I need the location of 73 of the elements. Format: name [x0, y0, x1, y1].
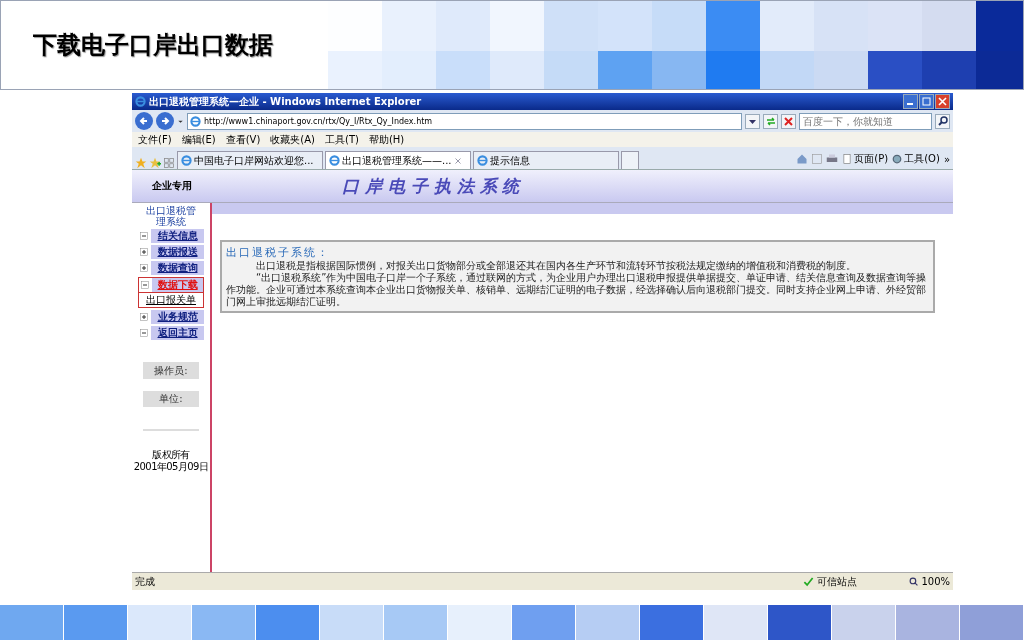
browser-tab[interactable]: 提示信息 [473, 151, 619, 169]
header-label: 企业专用 [151, 179, 193, 193]
menu-item[interactable]: 工具(T) [325, 132, 359, 147]
maximize-button[interactable] [919, 94, 934, 109]
forward-button[interactable] [156, 112, 174, 130]
quick-tabs-icon [163, 157, 175, 169]
toolbar-menu[interactable]: 工具(O) [892, 152, 940, 166]
menu-item[interactable]: 帮助(H) [368, 132, 405, 147]
check-icon [803, 576, 815, 587]
search-button[interactable] [935, 113, 950, 129]
menu-item[interactable]: 编辑(E) [181, 132, 216, 147]
copyright-text: 版权所有 [151, 449, 191, 461]
browser-tab[interactable]: 中国电子口岸网站欢迎您... [177, 151, 323, 169]
feed-icon [812, 154, 823, 164]
page-icon [329, 155, 340, 166]
maximize-icon [922, 97, 931, 106]
back-button[interactable] [135, 112, 153, 130]
close-icon [938, 97, 947, 106]
close-button[interactable] [935, 94, 950, 109]
banner-title: 口 岸 电 子 执 法 系 统 [342, 174, 520, 198]
back-arrow-icon [139, 116, 149, 126]
menu-item[interactable]: 查看(V) [225, 132, 261, 147]
search-icon [937, 116, 948, 126]
refresh-icon [765, 116, 776, 126]
sidebar-link[interactable]: 结关信息 [151, 229, 204, 243]
home-icon [796, 153, 809, 165]
browser-tab[interactable]: 出口退税管理系统——... [325, 151, 471, 169]
collapse-icon[interactable] [140, 232, 148, 240]
status-text: 完成 [135, 574, 156, 589]
menu-item[interactable]: 文件(F) [138, 132, 172, 147]
toolbar-menu[interactable]: 页面(P) [842, 152, 889, 166]
window-title: 出口退税管理系统—企业 - Windows Internet Explorer [149, 94, 423, 109]
sidebar-link[interactable]: 业务规范 [151, 310, 204, 324]
stop-button[interactable] [781, 113, 796, 129]
close-icon [453, 156, 462, 165]
sidebar-link[interactable]: 数据查询 [151, 261, 204, 275]
field-label: 操作员: [154, 364, 188, 378]
field-label: 单位: [159, 392, 183, 406]
ie-logo-icon [135, 96, 146, 107]
new-tab-button[interactable] [621, 151, 639, 169]
stop-icon [784, 116, 793, 126]
address-field[interactable]: http://www1.chinaport.gov.cn/rtx/Qy_I/Rtx_Qy_Index.htm [187, 112, 742, 130]
dropdown-button[interactable] [745, 113, 760, 129]
minimize-button[interactable] [903, 94, 918, 109]
sidebar-link[interactable]: 返回主页 [151, 326, 204, 340]
sidebar-link[interactable]: 数据报送 [151, 245, 204, 259]
printer-icon [826, 153, 839, 165]
collapse-icon[interactable] [140, 329, 148, 337]
expand-icon[interactable] [140, 313, 148, 321]
gear-icon [892, 154, 903, 164]
page-icon [190, 115, 201, 127]
zoom-icon [909, 577, 919, 586]
forward-arrow-icon [160, 116, 170, 126]
page-icon [477, 155, 488, 166]
sidebar-title: 出口退税管理系统 [145, 205, 197, 227]
page-icon [181, 155, 192, 166]
expand-icon[interactable] [140, 248, 148, 256]
paragraph: 出口退税是指根据国际惯例，对报关出口货物部分或全部退还其在国内各生产环节和流转环节按税法规定缴纳的增值税和消费税的制度。 [255, 260, 857, 272]
collapse-icon[interactable] [141, 281, 149, 289]
panel-heading: 出口退税子系统： [226, 245, 331, 260]
overflow-chevron[interactable]: » [943, 153, 950, 165]
copyright-text: 2001年05月09日 [133, 461, 209, 473]
menu-item[interactable]: 收藏夹(A) [270, 132, 315, 147]
page-icon [842, 154, 853, 164]
security-zone: 可信站点 [803, 574, 904, 589]
paragraph: “出口退税系统”作为中国电子口岸一个子系统，通过联网的方式，为企业用户办理出口退税申报提供单据提交、单证申请、结关信息查询及数据查询等操作功能。企业可通过本系统查询本企业出口货物报关单、核销单、远期结汇证明的电子数据，经选择确认后向退税部门提交。同时支持企业网上申请、外经贸部门网上审批远期结汇证明。 [226, 272, 928, 308]
expand-icon[interactable] [140, 264, 148, 272]
sidebar-sublink[interactable]: 出口报关单 [139, 292, 203, 307]
slide-title: 下载电子口岸出口数据 [33, 30, 273, 61]
star-icon [135, 157, 147, 169]
zoom-control[interactable]: 100% [909, 576, 950, 587]
add-favorite-icon [149, 157, 161, 169]
search-field[interactable]: 百度一下，你就知道 [799, 112, 932, 130]
